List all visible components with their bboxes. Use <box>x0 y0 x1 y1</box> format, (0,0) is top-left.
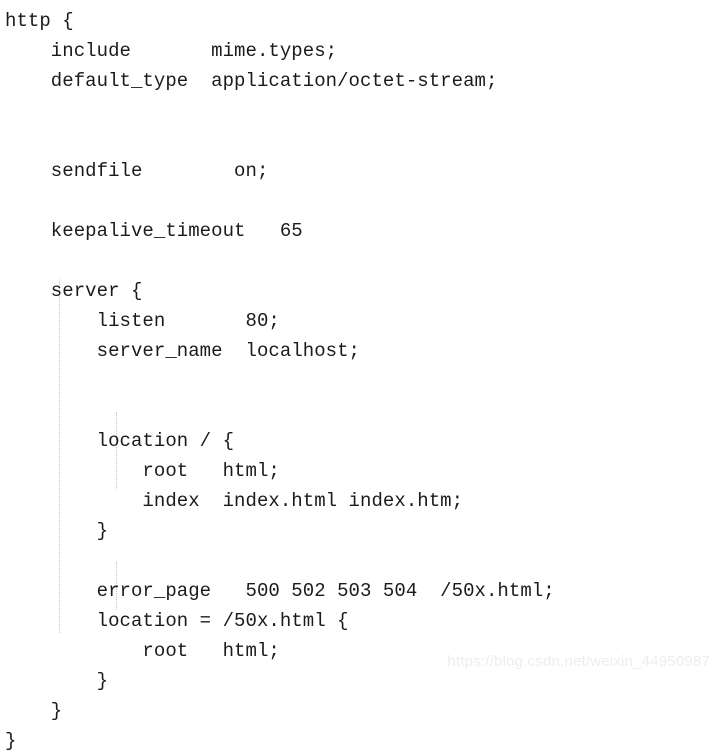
code-line-2: include mime.types; <box>5 40 338 62</box>
csdn-watermark: https://blog.csdn.net/weixin_44950987 <box>447 653 710 670</box>
code-line-6: sendfile on; <box>5 160 269 182</box>
code-line-18: } <box>5 520 109 542</box>
code-line-16: root html; <box>5 460 280 482</box>
code-line-21: location = /50x.html { <box>5 610 349 632</box>
code-line-3: default_type application/octet-stream; <box>5 70 498 92</box>
code-line-11: listen 80; <box>5 310 280 332</box>
code-line-10: server { <box>5 280 143 302</box>
code-line-1: http { <box>5 10 74 32</box>
code-line-8: keepalive_timeout 65 <box>5 220 303 242</box>
code-line-15: location / { <box>5 430 235 452</box>
code-line-23: } <box>5 670 109 692</box>
code-line-17: index index.html index.htm; <box>5 490 464 512</box>
code-line-24: } <box>5 700 63 722</box>
code-line-25: } <box>5 730 17 752</box>
code-line-22: root html; <box>5 640 280 662</box>
code-line-20: error_page 500 502 503 504 /50x.html; <box>5 580 555 602</box>
code-line-12: server_name localhost; <box>5 340 361 362</box>
code-listing: http { include mime.types; default_type … <box>0 0 714 752</box>
